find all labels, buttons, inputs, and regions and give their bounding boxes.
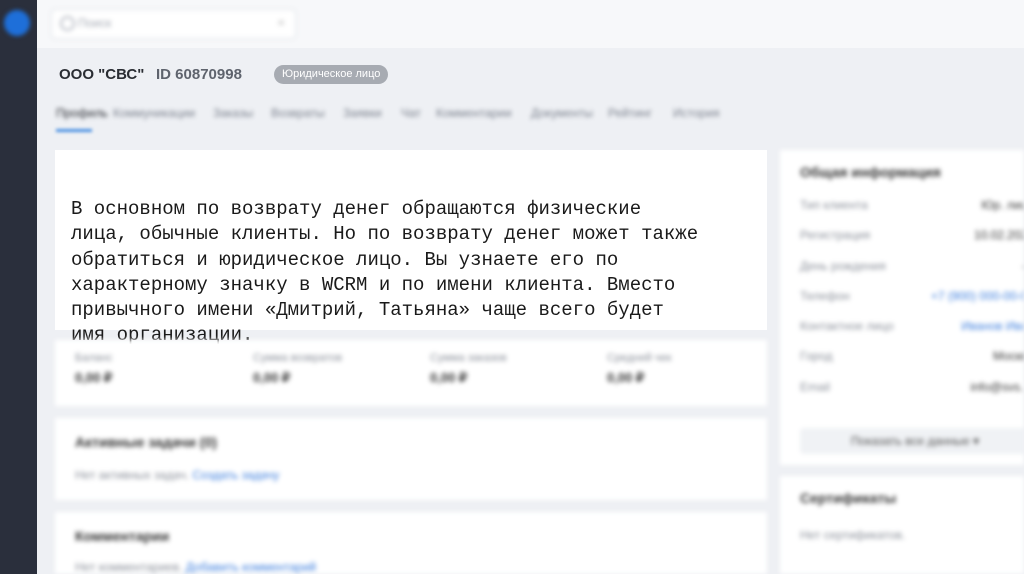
certificates-panel: Сертификаты Нет сертификатов. [780,476,1024,574]
phone-link[interactable]: +7 (900) 000-00-00 [931,289,1024,303]
create-task-link[interactable]: Создать задачу [193,468,280,482]
card-title: Комментарии [75,528,170,544]
app-sidebar [0,0,37,574]
info-label: Email [800,380,831,394]
tab-requests[interactable]: Заявки [343,106,382,120]
search-input[interactable]: Поиск × [51,9,296,39]
stat-value: 0,00 ₽ [75,370,113,385]
info-label: Регистрация [800,228,871,242]
tab-profile[interactable]: Профиль [56,106,108,120]
info-value: info@svs.ru [970,380,1024,394]
info-row: Телефон +7 (900) 000-00-00 [800,289,1024,305]
search-icon [60,16,75,31]
tab-communications[interactable]: Коммуникации [113,106,195,120]
clear-icon[interactable]: × [277,15,285,30]
stats-panel: Баланс 0,00 ₽ Сумма возвратов 0,00 ₽ Сум… [55,340,767,406]
info-row: День рождения — [800,259,1024,275]
panel-title: Общая информация [800,164,941,180]
stat-value: 0,00 ₽ [430,370,468,385]
info-row: Город Москва [800,349,1024,365]
tab-orders[interactable]: Заказы [213,106,253,120]
tab-history[interactable]: История [673,106,720,120]
card-text: Нет активных задач. Создать задачу [75,468,279,482]
client-name: ООО "СВС" [59,66,145,83]
stat-label: Сумма возвратов [253,352,343,364]
stat-value: 0,00 ₽ [253,370,291,385]
info-row: Контактное лицо Иванов Иван [800,319,1024,335]
info-row: Регистрация 10.02.2021 [800,228,1024,244]
stat-value: 0,00 ₽ [607,370,645,385]
info-label: Тип клиента [800,198,868,212]
add-comment-link[interactable]: Добавить комментарий [186,560,316,574]
stat-balance: Баланс 0,00 ₽ [75,352,112,386]
comments-card: Комментарии Нет комментариев. Добавить к… [55,512,767,574]
app-logo[interactable] [4,10,30,36]
stat-returns-sum: Сумма возвратов 0,00 ₽ [253,352,342,386]
explanation-text: В основном по возврату денег обращаются … [71,198,699,347]
stat-average-check: Средний чек 0,00 ₽ [607,352,671,386]
general-info-panel: Общая информация Тип клиента Юр. лицо Ре… [780,150,1024,465]
card-empty-text: Нет комментариев. [75,560,183,574]
tab-chat[interactable]: Чат [401,106,421,120]
card-text: Нет комментариев. Добавить комментарий [75,560,316,574]
tab-returns[interactable]: Возвраты [271,106,325,120]
tab-rating[interactable]: Рейтинг [608,106,652,120]
tab-documents[interactable]: Документы [531,106,593,120]
main-content: Поиск × ООО "СВС" ID 60870998 Юридическо… [37,0,1024,574]
top-bar: Поиск × [37,0,1024,48]
stat-label: Баланс [75,352,113,364]
card-title: Активные задачи (0) [75,434,217,450]
stat-label: Средний чек [607,352,672,364]
info-value: Москва [993,349,1024,363]
stat-label: Сумма заказов [430,352,507,364]
show-all-data-button[interactable]: Показать все данные ▾ [800,428,1024,454]
search-placeholder: Поиск [78,16,112,30]
info-row: Email info@svs.ru [800,380,1024,396]
overlay-text-panel: В основном по возврату денег обращаются … [55,150,767,346]
tab-comments[interactable]: Комментарии [436,106,512,120]
client-id: ID 60870998 [156,66,242,83]
info-label: Телефон [800,289,850,303]
info-label: Контактное лицо [800,319,894,333]
card-empty-text: Нет сертификатов. [800,528,906,542]
client-type-badge: Юридическое лицо [274,65,389,84]
info-label: День рождения [800,259,886,273]
contact-person-link[interactable]: Иванов Иван [961,319,1024,333]
card-empty-text: Нет активных задач. [75,468,190,482]
stat-orders-sum: Сумма заказов 0,00 ₽ [430,352,507,386]
info-value: 10.02.2021 [973,228,1024,242]
active-tasks-card: Активные задачи (0) Нет активных задач. … [55,418,767,500]
info-value: Юр. лицо [981,198,1024,212]
panel-title: Сертификаты [800,490,897,506]
active-tab-indicator [56,129,92,132]
info-label: Город [800,349,833,363]
info-row: Тип клиента Юр. лицо [800,198,1024,214]
